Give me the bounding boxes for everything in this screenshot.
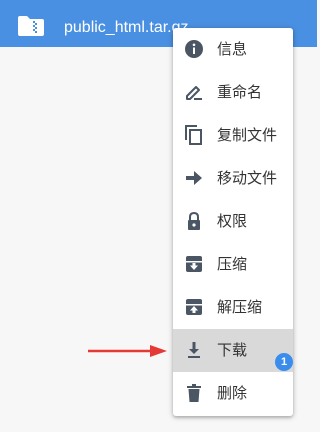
menu-item-copy[interactable]: 复制文件 xyxy=(173,114,293,157)
menu-item-label: 复制文件 xyxy=(217,126,278,144)
menu-item-label: 信息 xyxy=(217,40,248,58)
menu-item-label: 下载 xyxy=(217,341,248,359)
step-badge: 1 xyxy=(275,353,293,371)
archive-icon xyxy=(186,256,202,272)
file-name: public_html.tar.gz xyxy=(64,19,189,36)
pencil-icon xyxy=(186,86,202,100)
arrow-right-icon xyxy=(186,171,202,185)
menu-item-label: 压缩 xyxy=(217,255,248,273)
copy-icon xyxy=(185,125,202,145)
menu-item-compress[interactable]: 压缩 xyxy=(173,243,293,286)
menu-item-label: 移动文件 xyxy=(217,169,278,187)
annotation-arrow-icon xyxy=(88,345,167,357)
menu-item-delete[interactable]: 删除 xyxy=(173,372,293,415)
menu-item-label: 删除 xyxy=(217,384,248,402)
menu-item-label: 重命名 xyxy=(217,83,263,101)
unarchive-icon xyxy=(186,299,202,315)
menu-item-info[interactable]: 信息 xyxy=(173,28,293,71)
trash-icon xyxy=(187,384,201,402)
menu-item-move[interactable]: 移动文件 xyxy=(173,157,293,200)
lock-icon xyxy=(188,211,200,230)
info-icon xyxy=(185,40,203,58)
menu-item-label: 权限 xyxy=(217,212,248,230)
download-icon xyxy=(188,342,200,358)
menu-item-label: 解压缩 xyxy=(217,298,263,316)
menu-item-rename[interactable]: 重命名 xyxy=(173,71,293,114)
zip-folder-icon xyxy=(18,16,44,36)
menu-item-extract[interactable]: 解压缩 xyxy=(173,286,293,329)
menu-item-permissions[interactable]: 权限 xyxy=(173,200,293,243)
